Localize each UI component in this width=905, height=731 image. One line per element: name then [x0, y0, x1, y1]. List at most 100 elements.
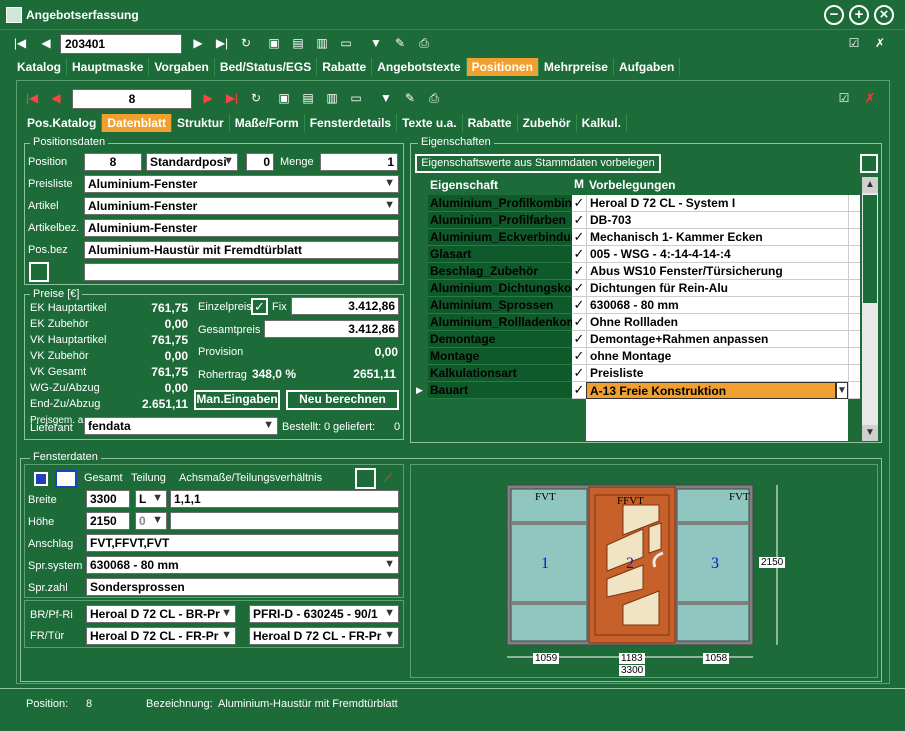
record-number-field[interactable]: 203401: [60, 34, 182, 54]
paste-icon[interactable]: ▥: [314, 35, 330, 51]
position-field[interactable]: 8: [84, 153, 142, 171]
anschlag-field[interactable]: FVT,FFVT,FVT: [86, 534, 399, 552]
print-icon[interactable]: ⎙: [416, 35, 432, 51]
row-check[interactable]: ✓: [572, 280, 586, 297]
sub-folder-icon[interactable]: ▭: [348, 90, 364, 106]
tab-kalkul[interactable]: Kalkul.: [577, 114, 627, 132]
sub-confirm-icon[interactable]: ☑: [836, 90, 852, 106]
confirm-icon[interactable]: ☑: [846, 35, 862, 51]
tab-sub-rabatte[interactable]: Rabatte: [463, 114, 518, 132]
table-row[interactable]: Glasart ✓ 005 - WSG - 4:-14-4-14-:4: [414, 246, 860, 263]
artikel-select[interactable]: Aluminium-Fenster ▼: [84, 197, 399, 215]
tab-datenblatt[interactable]: Datenblatt: [102, 114, 173, 132]
next-record-icon[interactable]: ▶: [190, 35, 206, 51]
sprzahl-field[interactable]: Sondersprossen: [86, 578, 399, 596]
tab-aufgaben[interactable]: Aufgaben: [614, 58, 681, 76]
col-m-header[interactable]: M: [572, 177, 586, 194]
row-value[interactable]: ohne Montage: [586, 348, 848, 365]
row-check[interactable]: ✓: [572, 314, 586, 331]
row-value[interactable]: 005 - WSG - 4:-14-4-14-:4: [586, 246, 848, 263]
breite-teilung-field[interactable]: 1,1,1: [170, 490, 399, 508]
row-check[interactable]: ✓: [572, 246, 586, 263]
row-check[interactable]: ✓: [572, 212, 586, 229]
einzelpreis-field[interactable]: 3.412,86: [291, 297, 399, 315]
position-number-field[interactable]: 8: [72, 89, 192, 109]
close-icon[interactable]: ×: [874, 5, 894, 25]
frtuer-select-1[interactable]: Heroal D 72 CL - FR-Pr ▼: [86, 627, 236, 645]
table-row[interactable]: Aluminium_Profilkombinat ✓ Heroal D 72 C…: [414, 195, 860, 212]
neu-berechnen-button[interactable]: Neu berechnen: [286, 390, 399, 410]
breite-field[interactable]: 3300: [86, 490, 130, 508]
refresh-icon[interactable]: ↻: [238, 35, 254, 51]
col-vorbelegungen-header[interactable]: Vorbelegungen: [586, 177, 848, 194]
window-type-icon[interactable]: [34, 472, 48, 486]
hoehe-unit-select[interactable]: 0 ▼: [135, 512, 167, 530]
bauart-select[interactable]: A-13 Freie Konstruktion: [586, 382, 836, 399]
row-check[interactable]: ✓: [572, 195, 586, 212]
sub-filter-icon[interactable]: ▼: [378, 90, 394, 106]
division-type-icon[interactable]: [55, 470, 77, 488]
menge-field[interactable]: 1: [320, 153, 398, 171]
zero-field[interactable]: 0: [246, 153, 274, 171]
tab-mehrpreise[interactable]: Mehrpreise: [539, 58, 614, 76]
sub-first-icon[interactable]: |◀: [24, 90, 40, 106]
hoehe-teilung-field[interactable]: [170, 512, 399, 530]
tab-zubehoer[interactable]: Zubehör: [518, 114, 577, 132]
row-check[interactable]: ✓: [572, 382, 586, 399]
copy-icon[interactable]: ▣: [266, 35, 282, 51]
tab-positionen[interactable]: Positionen: [466, 58, 539, 76]
tab-struktur[interactable]: Struktur: [172, 114, 230, 132]
row-value[interactable]: Mechanisch 1- Kammer Ecken: [586, 229, 848, 246]
tab-vorgaben[interactable]: Vorgaben: [149, 58, 215, 76]
table-row[interactable]: Aluminium_Eckverbindun ✓ Mechanisch 1- K…: [414, 229, 860, 246]
minimize-icon[interactable]: −: [824, 5, 844, 25]
tab-masse-form[interactable]: Maße/Form: [230, 114, 305, 132]
sub-edit-filter-icon[interactable]: ✎: [402, 90, 418, 106]
sub-next-icon[interactable]: ▶: [200, 90, 216, 106]
tab-bed-status[interactable]: Bed/Status/EGS: [215, 58, 318, 76]
measure-tool-icon[interactable]: ⟋: [380, 470, 396, 486]
table-row[interactable]: Aluminium_Sprossen ✓ 630068 - 80 mm: [414, 297, 860, 314]
last-record-icon[interactable]: ▶|: [214, 35, 230, 51]
tab-pos-katalog[interactable]: Pos.Katalog: [22, 114, 103, 132]
row-check[interactable]: ✓: [572, 348, 586, 365]
table-row[interactable]: Montage ✓ ohne Montage: [414, 348, 860, 365]
row-value[interactable]: Abus WS10 Fenster/Türsicherung: [586, 263, 848, 280]
sub-refresh-icon[interactable]: ↻: [248, 90, 264, 106]
sub-new-icon[interactable]: ▤: [300, 90, 316, 106]
row-value[interactable]: Demontage+Rahmen anpassen: [586, 331, 848, 348]
position-type-select[interactable]: Standardposi ▼: [146, 153, 238, 171]
fix-checkbox[interactable]: ✓: [251, 298, 268, 315]
sprsystem-select[interactable]: 630068 - 80 mm ▼: [86, 556, 399, 574]
frtuer-select-2[interactable]: Heroal D 72 CL - FR-Pr ▼: [249, 627, 399, 645]
tools-icon[interactable]: ✗: [872, 35, 888, 51]
tab-angebotstexte[interactable]: Angebotstexte: [372, 58, 467, 76]
row-check[interactable]: ✓: [572, 263, 586, 280]
table-row[interactable]: Demontage ✓ Demontage+Rahmen anpassen: [414, 331, 860, 348]
table-row[interactable]: Aluminium_Rollladenkom ✓ Ohne Rollladen: [414, 314, 860, 331]
posbez-checkbox[interactable]: [29, 262, 49, 282]
tab-rabatte[interactable]: Rabatte: [317, 58, 373, 76]
row-value[interactable]: Dichtungen für Rein-Alu: [586, 280, 848, 297]
sub-last-icon[interactable]: ▶|: [224, 90, 240, 106]
maximize-icon[interactable]: +: [849, 5, 869, 25]
col-eigenschaft-header[interactable]: Eigenschaft: [428, 177, 572, 194]
table-row[interactable]: Kalkulationsart ✓ Preisliste: [414, 365, 860, 382]
sub-print-icon[interactable]: ⎙: [426, 90, 442, 106]
artikelbez-field[interactable]: Aluminium-Fenster: [84, 219, 399, 237]
breite-unit-select[interactable]: L ▼: [135, 490, 167, 508]
posbez2-field[interactable]: [84, 263, 399, 281]
row-check[interactable]: ✓: [572, 365, 586, 382]
row-value[interactable]: Heroal D 72 CL - System I: [586, 195, 848, 212]
preisliste-select[interactable]: Aluminium-Fenster ▼: [84, 175, 399, 193]
row-value[interactable]: Ohne Rollladen: [586, 314, 848, 331]
scroll-thumb[interactable]: [863, 195, 877, 303]
vertical-scrollbar[interactable]: ▲ ▼: [862, 177, 878, 441]
table-row[interactable]: Aluminium_Dichtungskom ✓ Dichtungen für …: [414, 280, 860, 297]
sub-prev-icon[interactable]: ◀: [48, 90, 64, 106]
tab-hauptmaske[interactable]: Hauptmaske: [67, 58, 150, 76]
tab-fensterdetails[interactable]: Fensterdetails: [305, 114, 398, 132]
first-record-icon[interactable]: |◀: [12, 35, 28, 51]
filter-icon[interactable]: ▼: [368, 35, 384, 51]
edit-filter-icon[interactable]: ✎: [392, 35, 408, 51]
